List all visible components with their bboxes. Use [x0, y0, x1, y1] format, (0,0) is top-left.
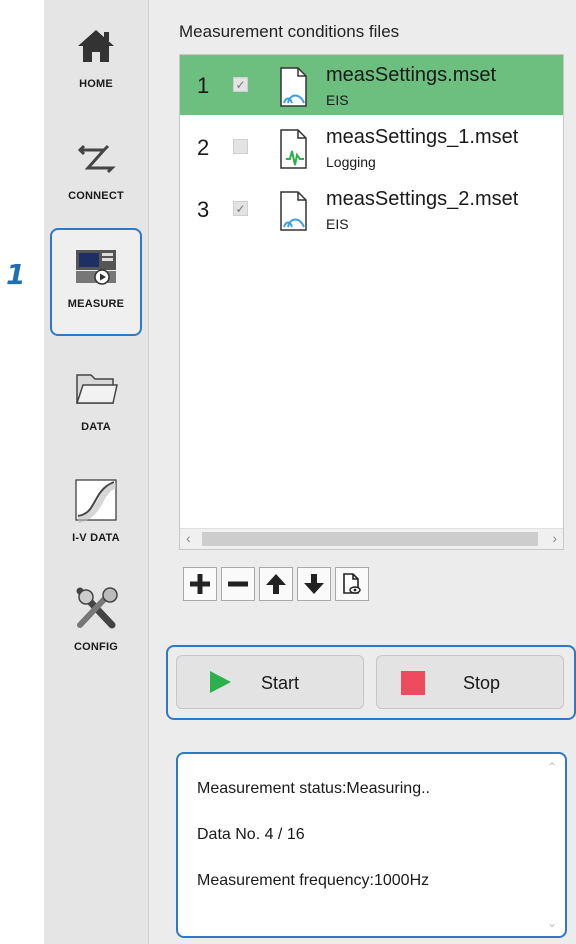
- file-type: Logging: [326, 154, 376, 170]
- row-checkbox[interactable]: ✓: [233, 77, 248, 92]
- tools-icon: [72, 585, 120, 633]
- scroll-up-icon[interactable]: ⌃: [547, 760, 557, 774]
- file-list: 1 ✓ measSettings.mset EIS 2 measSettings…: [179, 54, 564, 550]
- move-up-icon: [266, 574, 286, 594]
- file-name: measSettings_2.mset: [326, 188, 519, 210]
- sidebar-item-home[interactable]: HOME: [50, 12, 142, 108]
- preview-file-icon: [343, 573, 361, 594]
- preview-file-button[interactable]: [335, 567, 369, 601]
- start-button[interactable]: Start: [176, 655, 364, 709]
- row-number: 3: [197, 197, 210, 222]
- file-type: EIS: [326, 216, 349, 232]
- eis-file-icon: [278, 65, 312, 109]
- file-row[interactable]: 1 ✓ measSettings.mset EIS: [180, 55, 563, 115]
- scroll-right-icon[interactable]: ›: [552, 530, 557, 546]
- folder-icon: [72, 365, 120, 413]
- sidebar-item-label: HOME: [79, 78, 113, 90]
- horizontal-scrollbar[interactable]: ‹ ›: [180, 528, 563, 549]
- sidebar-item-label: I-V DATA: [72, 532, 120, 544]
- sidebar-item-label: MEASURE: [67, 298, 125, 310]
- file-row[interactable]: 2 measSettings_1.mset Logging: [180, 117, 563, 177]
- sidebar-item-label: CONNECT: [68, 190, 124, 202]
- file-name: measSettings_1.mset: [326, 126, 519, 148]
- sidebar: HOME CONNECT MEASURE DATA I-V DATA CONFI…: [44, 0, 149, 944]
- main-panel: Measurement conditions files 1 ✓ measSet…: [149, 0, 576, 944]
- remove-icon: [228, 581, 248, 587]
- sidebar-item-label: CONFIG: [74, 641, 118, 653]
- file-name: measSettings.mset: [326, 64, 497, 86]
- sidebar-item-label: DATA: [81, 421, 111, 433]
- row-number: 1: [197, 73, 210, 98]
- add-icon: [190, 574, 210, 594]
- sidebar-item-connect[interactable]: CONNECT: [50, 124, 142, 220]
- data-number-text: Data No. 4 / 16: [197, 826, 305, 843]
- run-controls: Start Stop: [166, 645, 576, 720]
- move-down-button[interactable]: [297, 567, 331, 601]
- measure-icon: [72, 242, 120, 290]
- sidebar-item-config[interactable]: CONFIG: [50, 575, 142, 671]
- stop-button[interactable]: Stop: [376, 655, 564, 709]
- row-checkbox[interactable]: ✓: [233, 201, 248, 216]
- remove-file-button[interactable]: [221, 567, 255, 601]
- home-icon: [72, 22, 120, 70]
- eis-file-icon: [278, 189, 312, 233]
- row-number: 2: [197, 135, 210, 160]
- measurement-frequency-text: Measurement frequency:1000Hz: [197, 872, 430, 889]
- stop-button-label: Stop: [463, 673, 501, 693]
- callout-1: 1: [6, 258, 26, 291]
- measurement-status-panel: Measurement status:Measuring.. Data No. …: [176, 752, 567, 938]
- play-icon: [210, 671, 231, 693]
- measurement-status-text: Measurement status:Measuring..: [197, 780, 430, 797]
- sidebar-item-measure[interactable]: MEASURE: [50, 228, 142, 336]
- sidebar-item-iv-data[interactable]: I-V DATA: [50, 466, 142, 562]
- stop-icon: [401, 671, 425, 695]
- scroll-left-icon[interactable]: ‹: [186, 530, 191, 546]
- file-row[interactable]: 3 ✓ measSettings_2.mset EIS: [180, 179, 563, 239]
- start-button-label: Start: [261, 673, 300, 693]
- file-type: EIS: [326, 92, 349, 108]
- iv-curve-icon: [72, 476, 120, 524]
- connect-icon: [72, 134, 120, 182]
- sidebar-item-data[interactable]: DATA: [50, 355, 142, 451]
- move-up-button[interactable]: [259, 567, 293, 601]
- files-section-title: Measurement conditions files: [179, 22, 400, 41]
- logging-file-icon: [278, 127, 312, 171]
- scroll-down-icon[interactable]: ⌄: [547, 916, 557, 930]
- add-file-button[interactable]: [183, 567, 217, 601]
- scroll-thumb[interactable]: [202, 532, 538, 546]
- move-down-icon: [304, 574, 324, 594]
- row-checkbox[interactable]: [233, 139, 248, 154]
